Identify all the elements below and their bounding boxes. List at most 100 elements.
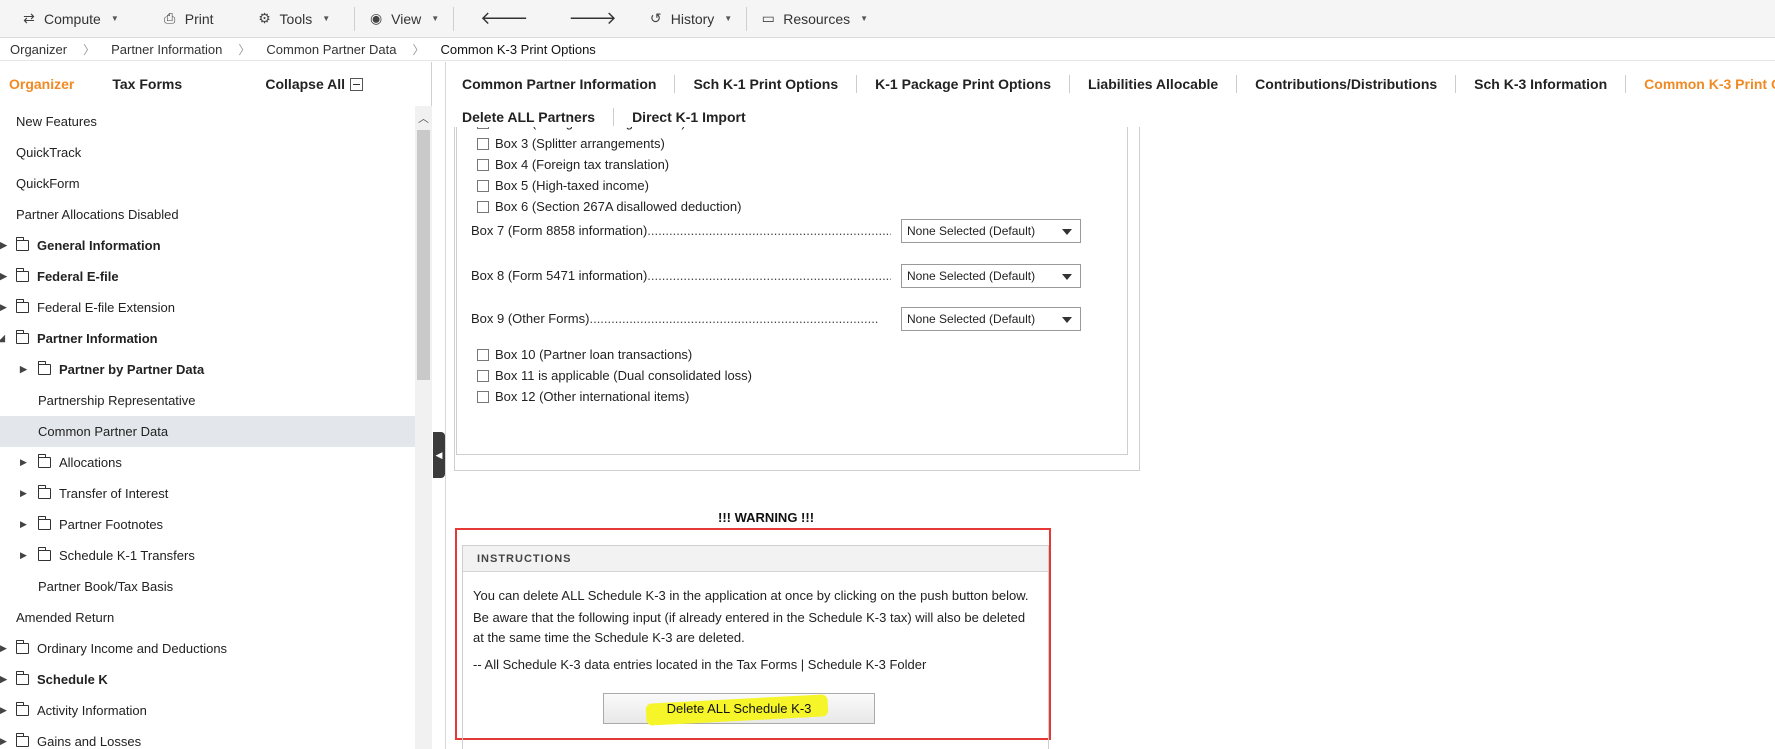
dropdown-arrow-icon [1062,228,1072,235]
breadcrumb-common-partner-data[interactable]: Common Partner Data [266,42,396,57]
collapsed-caret-icon[interactable]: ▶ [0,271,7,282]
resources-label: Resources [783,10,851,27]
collapsed-caret-icon[interactable]: ▶ [20,519,27,530]
left-navigation-panel: Organizer Tax Forms Collapse All New Fea… [0,62,432,749]
options-inner-frame [456,127,1128,455]
select-label-text: Box 7 (Form 8858 information) [471,223,648,238]
select-dropdown[interactable]: None Selected (Default) [901,218,1081,243]
select-row: Box 7 (Form 8858 information)...........… [471,218,1091,243]
collapsed-caret-icon[interactable]: ▶ [0,240,7,251]
checkbox[interactable] [477,348,489,361]
tab-delete-all-partners[interactable]: Delete ALL Partners [450,108,615,126]
tab-common-partner-information[interactable]: Common Partner Information [450,75,676,93]
collapse-all-button[interactable]: Collapse All [265,76,363,92]
tree-item[interactable]: ▶ Partner by Partner Data [0,354,415,385]
history-menu[interactable]: ↺ History ▼ [637,0,746,38]
collapsed-caret-icon[interactable]: ▶ [0,674,7,685]
checkbox-row: Box 4 (Foreign tax translation) [477,157,669,172]
tab-liabilities-allocable[interactable]: Liabilities Allocable [1070,75,1238,93]
tree-item[interactable]: ▶ Federal E-file Extension [0,292,415,323]
tree-item[interactable]: QuickTrack [0,137,415,168]
checkbox[interactable] [477,390,489,403]
compute-menu[interactable]: ⇄ Compute ▼ [0,0,133,38]
collapsed-caret-icon[interactable]: ▶ [0,643,7,654]
tree-item-label: General Information [37,238,161,253]
collapsed-caret-icon[interactable]: ▶ [0,705,7,716]
collapse-panel-handle[interactable]: ◀ [433,432,445,478]
tab-contributions-distributions[interactable]: Contributions/Distributions [1237,75,1457,93]
tab-tax-forms[interactable]: Tax Forms [112,76,182,92]
tree-item[interactable]: Common Partner Data [0,416,415,447]
tree-item-label: Common Partner Data [38,424,169,439]
scroll-up-icon[interactable]: ︿ [418,110,429,126]
panel-divider [445,62,446,749]
tree-item[interactable]: QuickForm [0,168,415,199]
tree-item[interactable]: New Features [0,106,415,137]
folder-icon [16,640,29,654]
collapsed-caret-icon[interactable]: ▶ [0,302,7,313]
tree-item[interactable]: Partner Allocations Disabled [0,199,415,230]
breadcrumb-current: Common K-3 Print Options [440,42,596,57]
checkbox[interactable] [477,200,489,213]
print-label: Print [184,10,214,27]
tree-item[interactable]: Amended Return [0,602,415,633]
folder-icon [38,361,51,375]
tree-item[interactable]: ▶ Partner Footnotes [0,509,415,540]
instructions-header: INSTRUCTIONS [463,546,1048,572]
tree-item[interactable]: ▶ Gains and Losses [0,726,415,749]
back-arrow-icon[interactable]: 🡐 [454,0,548,38]
resources-menu[interactable]: ▭ Resources ▼ [747,0,882,38]
collapsed-caret-icon[interactable]: ▶ [20,550,27,561]
tree-item[interactable]: ▶ Transfer of Interest [0,478,415,509]
tree-item[interactable]: ▶ Schedule K [0,664,415,695]
checkbox[interactable] [477,127,489,129]
breadcrumb-organizer[interactable]: Organizer [10,42,67,57]
tab-direct-k-1-import[interactable]: Direct K-1 Import [614,108,764,126]
left-panel-scrollbar[interactable]: ︿ [415,106,432,749]
checkbox[interactable] [477,158,489,171]
collapsed-caret-icon[interactable]: ▶ [20,488,27,499]
checkbox[interactable] [477,179,489,192]
tree-item[interactable]: Partner Book/Tax Basis [0,571,415,602]
print-button[interactable]: ⎙ Print [133,0,228,38]
organizer-tree: New Features QuickTrack QuickForm Partner A… [0,106,415,749]
checkbox[interactable] [477,369,489,382]
expanded-caret-icon[interactable]: ◢ [0,333,5,344]
tree-item[interactable]: ▶ Ordinary Income and Deductions [0,633,415,664]
tab-organizer[interactable]: Organizer [9,76,74,92]
tree-item[interactable]: ◢ Partner Information [0,323,415,354]
tab-sch-k-3-information[interactable]: Sch K-3 Information [1456,75,1627,93]
tree-item[interactable]: ▶ Schedule K-1 Transfers [0,540,415,571]
tree-item[interactable]: ▶ Federal E-file [0,261,415,292]
tab-common-k-3-print-options[interactable]: Common K-3 Print Options [1626,75,1775,93]
collapsed-caret-icon[interactable]: ▶ [20,457,27,468]
tab-k-1-package-print-options[interactable]: K-1 Package Print Options [857,75,1070,93]
tree-item[interactable]: Partnership Representative [0,385,415,416]
select-row: Box 8 (Form 5471 information)...........… [471,263,1091,288]
tree-item-label: Amended Return [16,610,115,625]
breadcrumb-partner-information[interactable]: Partner Information [111,42,222,57]
select-dropdown[interactable]: None Selected (Default) [901,263,1081,288]
view-menu[interactable]: ◉ View ▼ [355,0,453,38]
chevron-right-icon: 〉 [83,43,96,57]
tree-item[interactable]: ▶ Allocations [0,447,415,478]
select-dropdown[interactable]: None Selected (Default) [901,306,1081,331]
tree-item-label: Partner Book/Tax Basis [38,579,174,594]
folder-icon [38,454,51,468]
tree-item[interactable]: ▶ General Information [0,230,415,261]
tree-item-label: Partner Allocations Disabled [16,207,179,222]
tools-menu[interactable]: ⚙ Tools ▼ [228,0,345,38]
delete-all-schedule-k3-button[interactable]: Delete ALL Schedule K-3 [603,693,875,726]
forward-arrow-icon[interactable]: 🡒 [548,0,636,38]
tree-item[interactable]: ▶ Activity Information [0,695,415,726]
tree-item-label: Partner Information [37,331,158,346]
scrollbar-thumb[interactable] [417,130,430,380]
collapsed-caret-icon[interactable]: ▶ [0,736,7,747]
tree-item-label: Federal E-file [37,269,119,284]
collapsed-caret-icon[interactable]: ▶ [20,364,27,375]
tab-sch-k-1-print-options[interactable]: Sch K-1 Print Options [675,75,858,93]
select-row: Box 9 (Other Forms).....................… [471,306,1091,331]
tree-item-label: New Features [16,114,97,129]
view-label: View [391,10,422,27]
checkbox[interactable] [477,137,489,150]
